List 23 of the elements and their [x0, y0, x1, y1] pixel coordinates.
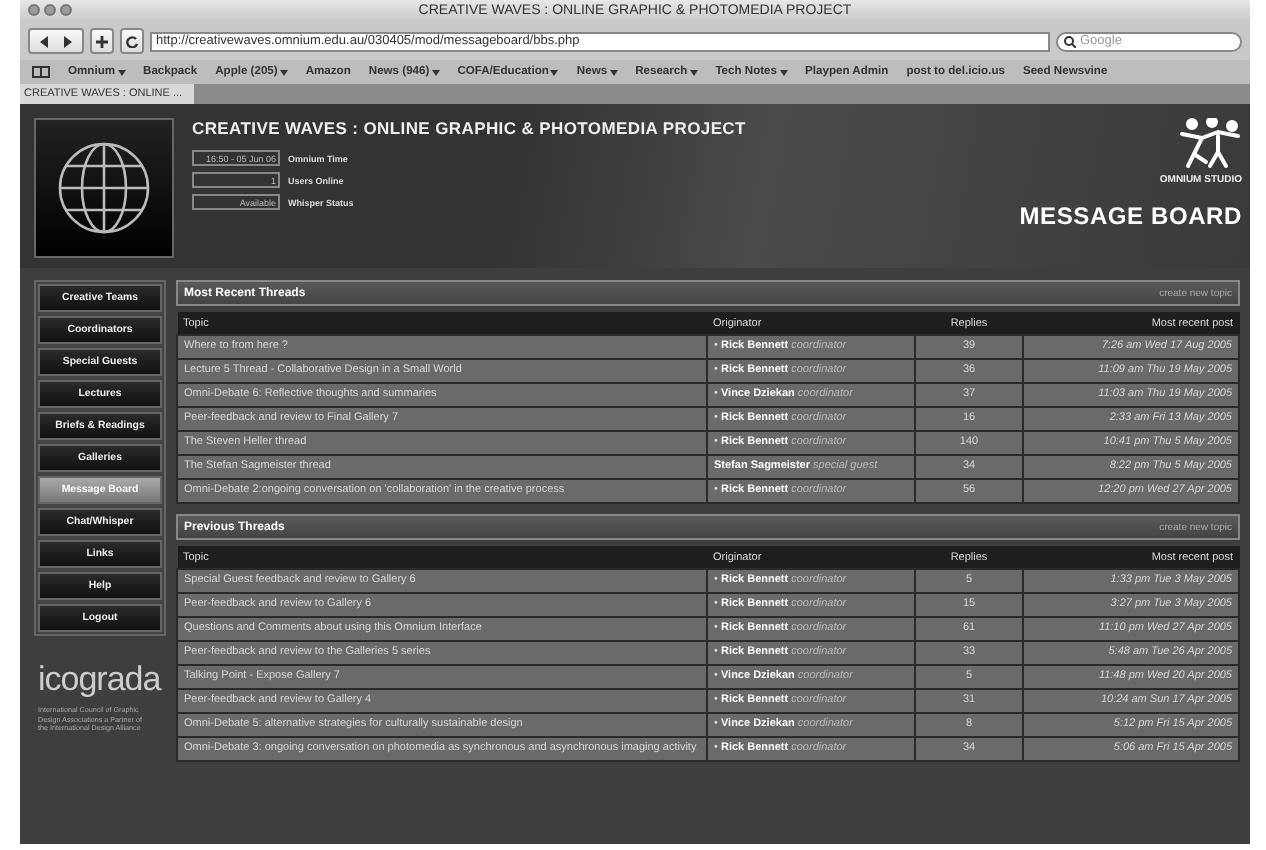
caret-icon: [609, 69, 618, 75]
back-forward-button[interactable]: [28, 28, 84, 54]
site-title: CREATIVE WAVES : ONLINE GRAPHIC & PHOTOMEDIA PROJECT: [192, 118, 748, 138]
section-title: MESSAGE BOARD: [1019, 202, 1242, 230]
back-forward-icon: [40, 35, 72, 47]
plus-icon: [96, 35, 108, 47]
icograda-logo: icograda: [38, 660, 164, 700]
search-icon: [1064, 35, 1076, 47]
dancing-figures-logo: [1178, 118, 1242, 170]
minimize-button[interactable]: [44, 4, 56, 16]
wireframe-globe-icon: [54, 138, 154, 238]
caret-icon: [279, 69, 288, 75]
caret-icon: [550, 69, 559, 75]
caret-icon: [689, 69, 698, 75]
reload-icon: [126, 35, 138, 47]
caret-icon: [117, 69, 126, 75]
add-bookmark-button[interactable]: [90, 28, 114, 54]
caret-icon: [431, 69, 440, 75]
reload-button[interactable]: [120, 28, 144, 54]
caret-icon: [779, 69, 788, 75]
close-button[interactable]: [28, 4, 40, 16]
book-icon: [32, 66, 50, 78]
zoom-button[interactable]: [60, 4, 72, 16]
